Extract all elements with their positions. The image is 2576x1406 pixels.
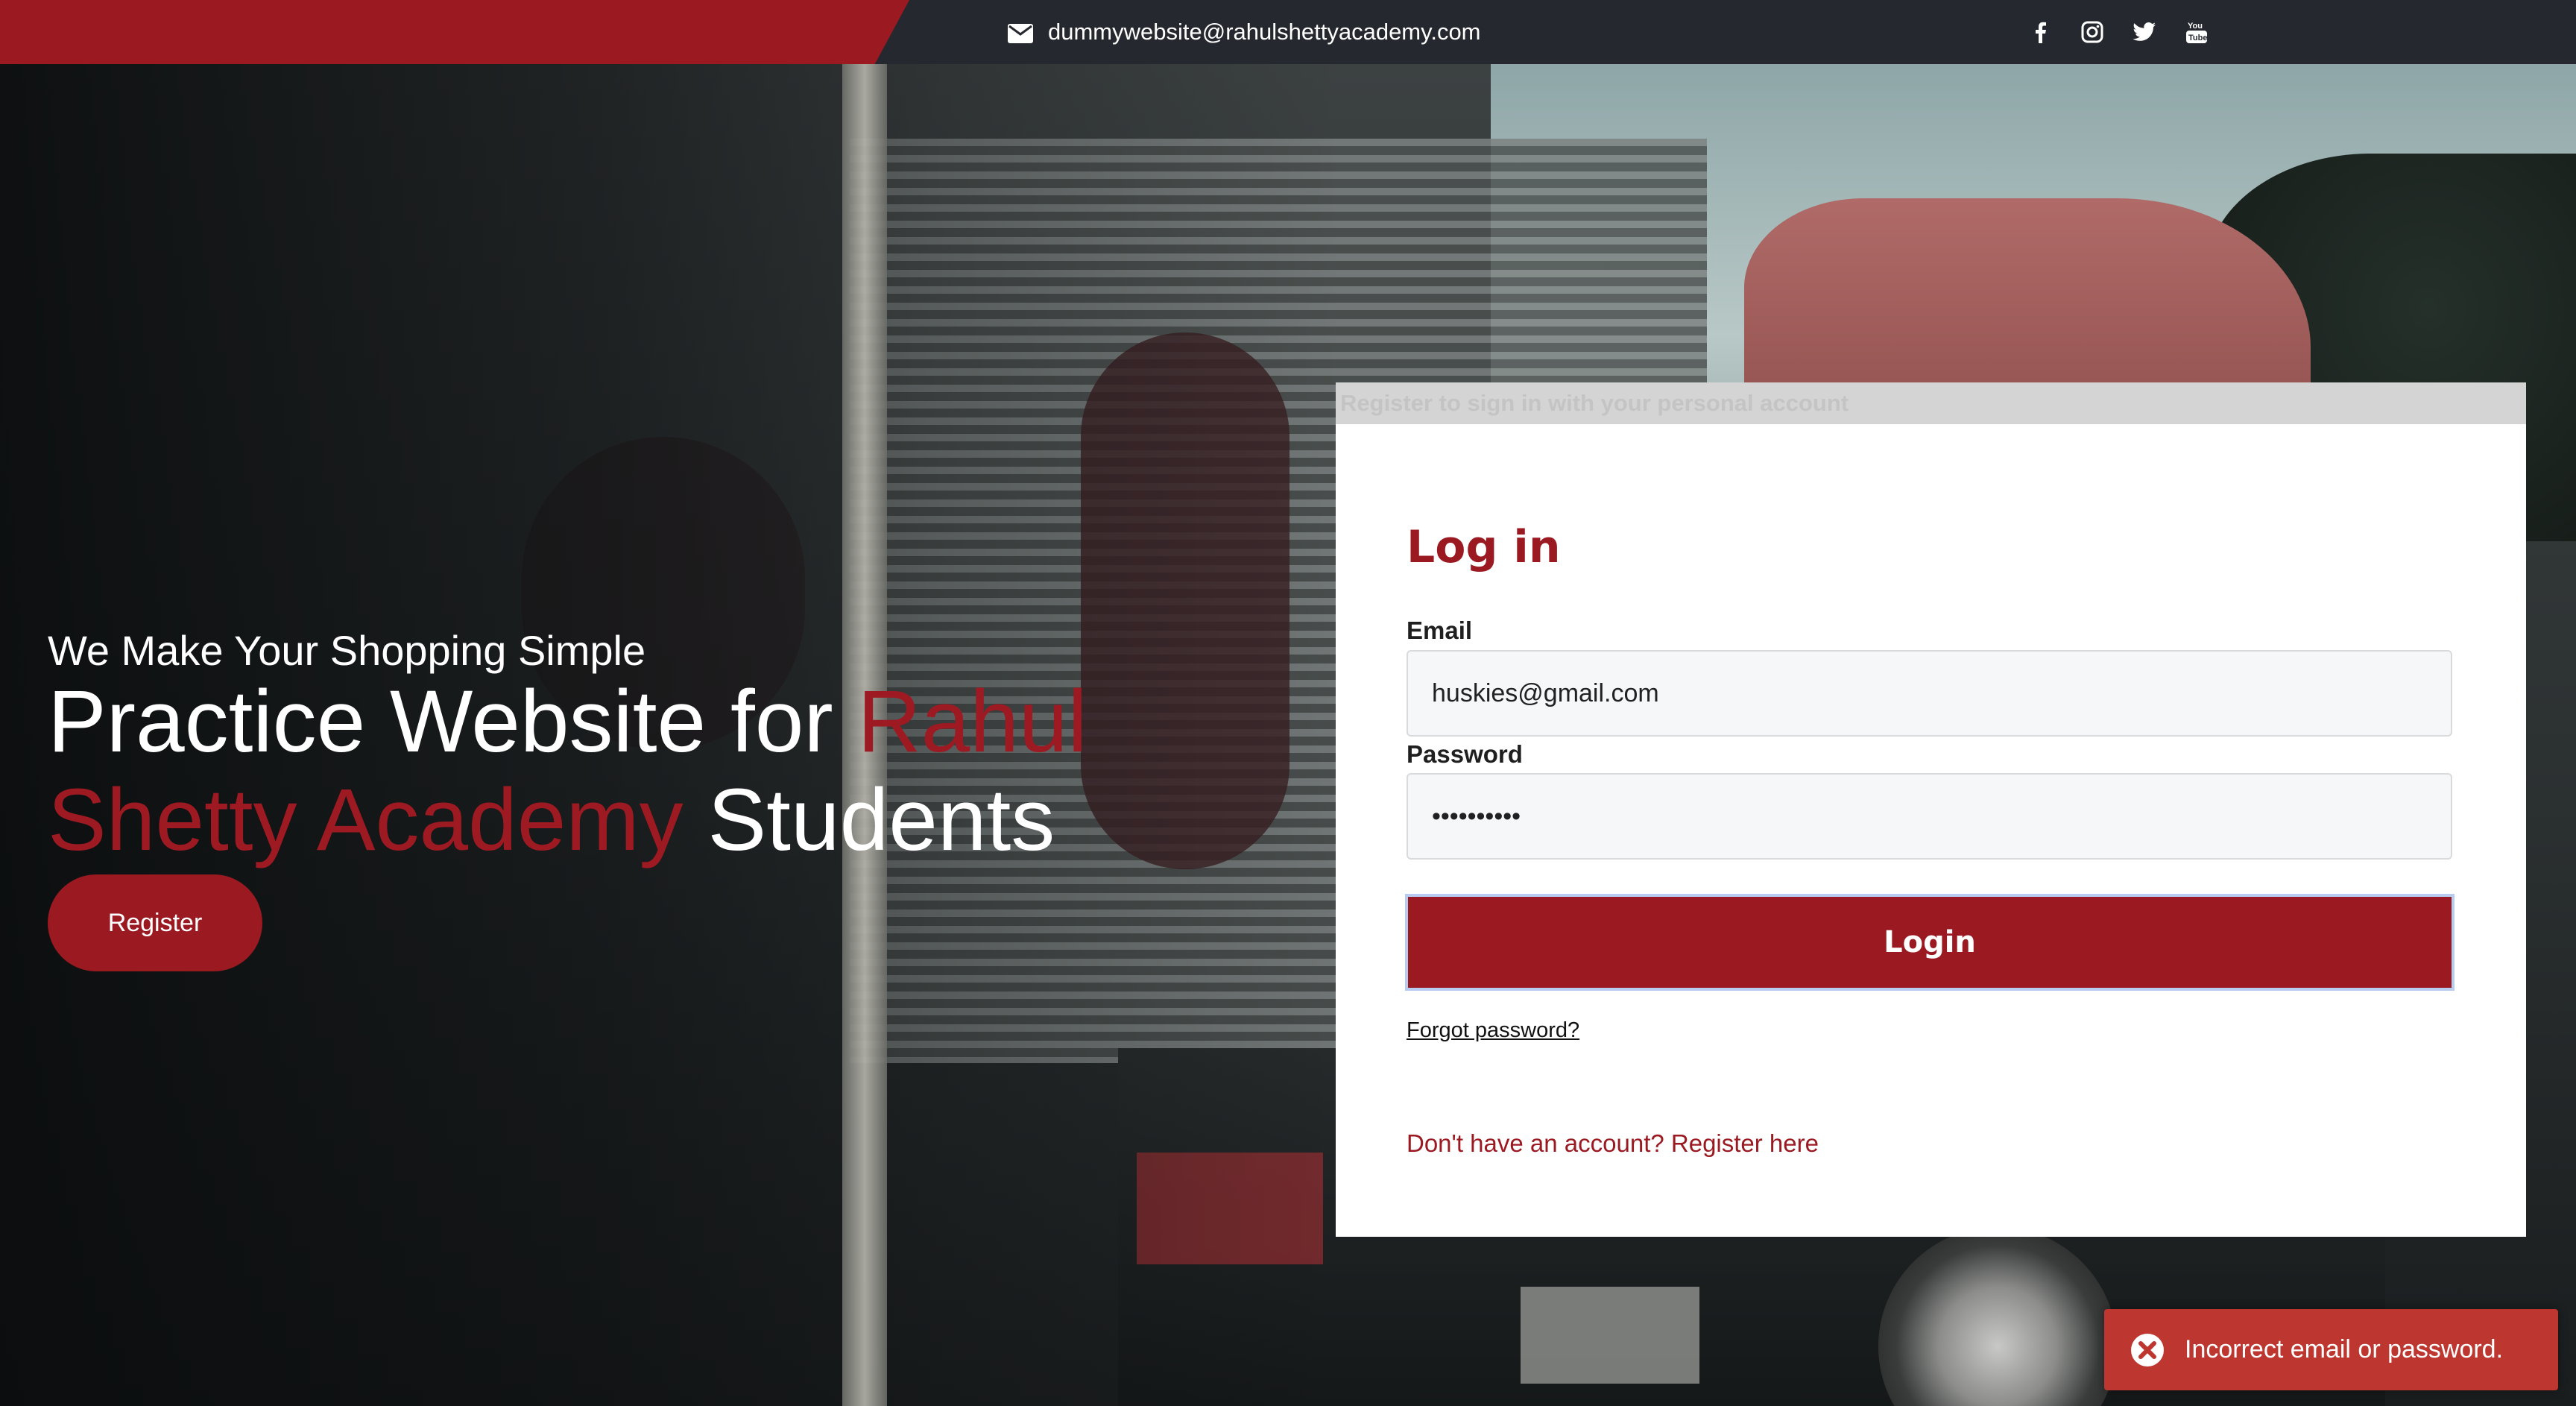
social-links: You Tube	[2027, 0, 2209, 64]
instagram-icon[interactable]	[2080, 19, 2105, 45]
email-label: Email	[1407, 617, 1473, 644]
top-bar-accent	[0, 0, 909, 64]
login-button[interactable]: Login	[1405, 894, 2455, 991]
password-input[interactable]	[1407, 773, 2452, 860]
hero-headline-text-end: Students	[683, 771, 1055, 869]
envelope-icon	[1008, 22, 1033, 43]
twitter-icon[interactable]	[2132, 19, 2157, 45]
youtube-icon[interactable]: You Tube	[2184, 19, 2209, 45]
login-card: Log in Email Password Login Forgot passw…	[1336, 424, 2526, 1237]
error-toast[interactable]: Incorrect email or password.	[2104, 1309, 2558, 1390]
login-card-header: Register to sign in with your personal a…	[1336, 382, 2526, 424]
top-bar: dummywebsite@rahulshettyacademy.com You	[0, 0, 2576, 64]
hero-headline-text: Practice Website for	[48, 672, 858, 771]
contact-email-text: dummywebsite@rahulshettyacademy.com	[1048, 19, 1481, 45]
background-truck-plate	[1521, 1287, 1699, 1384]
toast-message: Incorrect email or password.	[2185, 1335, 2504, 1364]
login-title: Log in	[1407, 521, 1561, 573]
register-button[interactable]: Register	[48, 874, 262, 971]
error-icon	[2130, 1332, 2165, 1368]
forgot-password-link[interactable]: Forgot password?	[1407, 1018, 1579, 1043]
password-label: Password	[1407, 740, 1523, 768]
hero-headline: Practice Website for Rahul Shetty Academ…	[48, 672, 1121, 869]
svg-text:You: You	[2188, 22, 2203, 31]
facebook-icon[interactable]	[2027, 19, 2053, 45]
email-input[interactable]	[1407, 650, 2452, 737]
hero-tagline: We Make Your Shopping Simple	[48, 627, 646, 674]
hero-section: We Make Your Shopping Simple Practice We…	[48, 625, 1121, 869]
register-here-link[interactable]: Don't have an account? Register here	[1407, 1129, 1819, 1158]
svg-text:Tube: Tube	[2188, 34, 2207, 42]
contact-email: dummywebsite@rahulshettyacademy.com	[1008, 0, 1481, 64]
